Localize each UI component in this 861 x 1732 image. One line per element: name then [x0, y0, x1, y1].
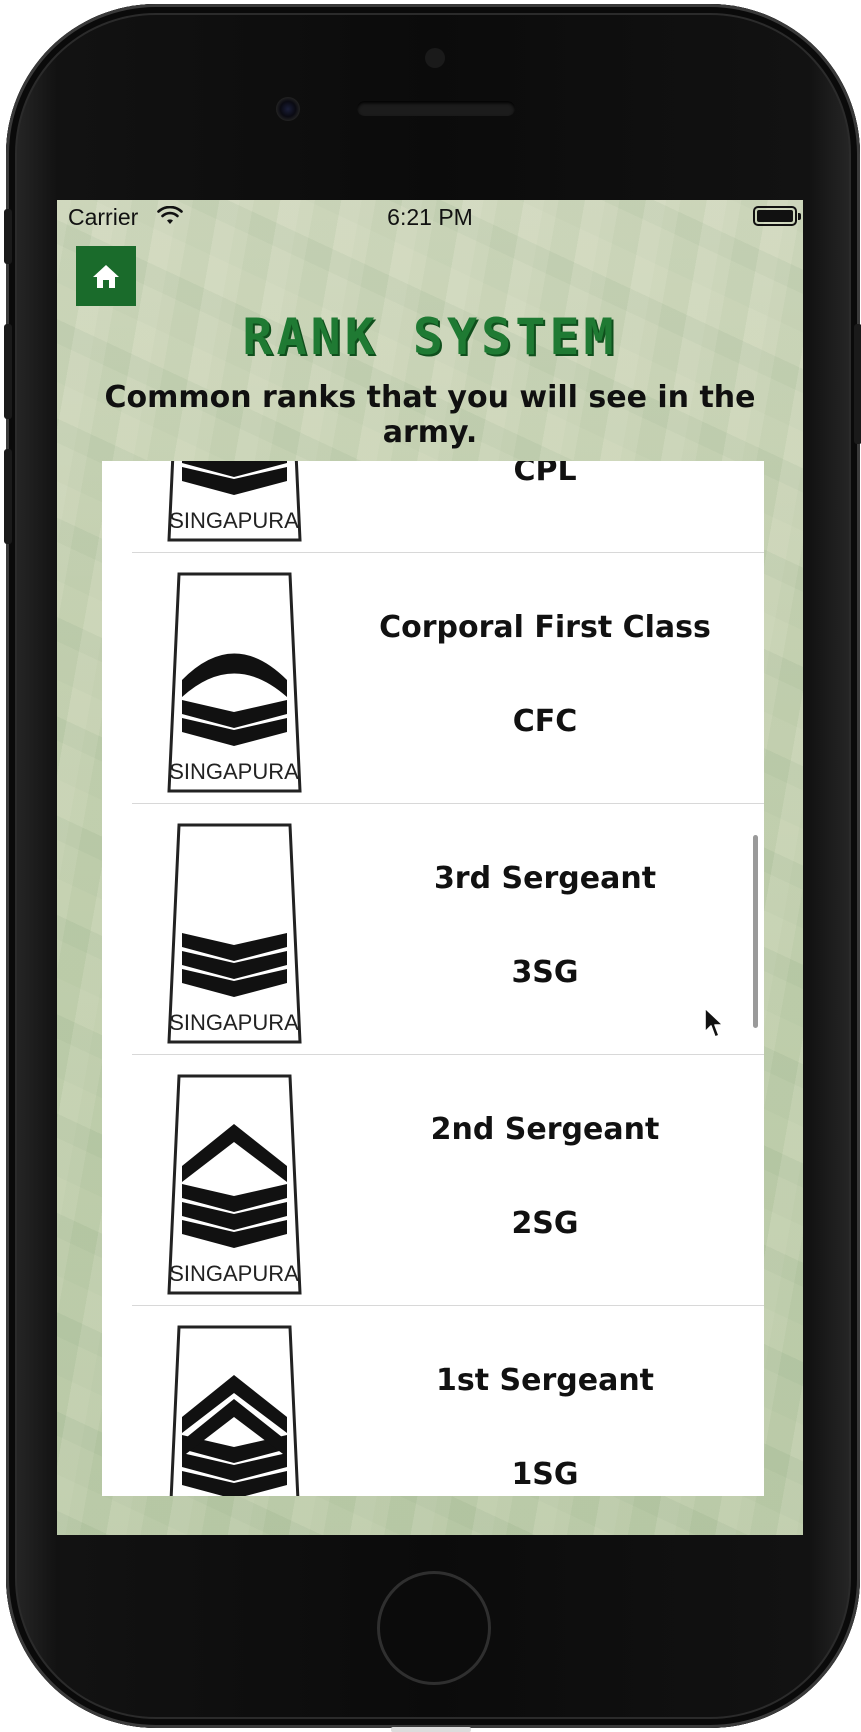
rank-name: 3rd Sergeant: [433, 861, 657, 896]
rank-list-item[interactable]: SINGAPURA 1st Sergeant 1SG: [102, 1305, 764, 1496]
rank-abbreviation: 2SG: [511, 1206, 579, 1241]
rank-abbreviation: 3SG: [511, 955, 579, 990]
rank-list[interactable]: SINGAPURA CPL SINGAPURA Corporal First Clas…: [102, 461, 764, 1496]
rank-list-item[interactable]: SINGAPURA CPL: [102, 461, 764, 552]
home-icon: [93, 265, 119, 288]
lightning-port: [391, 1727, 471, 1732]
rank-abbreviation: 1SG: [511, 1457, 579, 1492]
earpiece-speaker: [357, 101, 515, 116]
page-subtitle: Common ranks that you will see in the ar…: [104, 380, 756, 450]
rank-list-item[interactable]: SINGAPURA 2nd Sergeant 2SG: [102, 1054, 764, 1305]
mute-switch: [4, 209, 12, 264]
insignia-label: SINGAPURA: [169, 508, 299, 533]
app-screen: Carrier 6:21 PM RANK SYSTEM Common ranks…: [57, 200, 803, 1535]
status-bar: Carrier 6:21 PM: [57, 200, 803, 236]
rank-insignia-icon: SINGAPURA: [167, 1074, 302, 1295]
rank-insignia-icon: SINGAPURA: [167, 823, 302, 1044]
insignia-label: SINGAPURA: [169, 1261, 299, 1286]
status-time: 6:21 PM: [387, 204, 473, 230]
page-title: RANK SYSTEM: [242, 308, 618, 366]
row-separator: [132, 552, 764, 553]
insignia-label: SINGAPURA: [169, 1010, 299, 1035]
rank-name: 1st Sergeant: [435, 1363, 655, 1398]
rank-name: 2nd Sergeant: [430, 1112, 660, 1147]
rank-insignia-icon: SINGAPURA: [169, 1325, 300, 1496]
home-button[interactable]: [76, 246, 136, 306]
volume-down-button: [4, 449, 12, 544]
scroll-indicator[interactable]: [753, 835, 758, 1028]
volume-up-button: [4, 324, 12, 419]
row-separator: [132, 803, 764, 804]
row-separator: [132, 1054, 764, 1055]
rank-list-item[interactable]: SINGAPURA Corporal First Class CFC: [102, 552, 764, 803]
device-home-button[interactable]: [377, 1571, 491, 1685]
mouse-cursor-icon: [704, 1007, 724, 1038]
rank-list-item[interactable]: SINGAPURA 3rd Sergeant 3SG: [102, 803, 764, 1054]
front-camera-icon: [276, 97, 300, 121]
rank-abbreviation: CFC: [512, 704, 578, 739]
battery-icon: [753, 206, 801, 226]
power-button: [854, 324, 861, 444]
rank-abbreviation: CPL: [513, 461, 577, 488]
proximity-sensor: [425, 48, 445, 68]
rank-insignia-icon: SINGAPURA: [167, 572, 302, 793]
rank-insignia-icon: SINGAPURA: [167, 461, 302, 542]
row-separator: [132, 1305, 764, 1306]
rank-name: Corporal First Class: [379, 610, 711, 645]
insignia-label: SINGAPURA: [169, 759, 299, 784]
